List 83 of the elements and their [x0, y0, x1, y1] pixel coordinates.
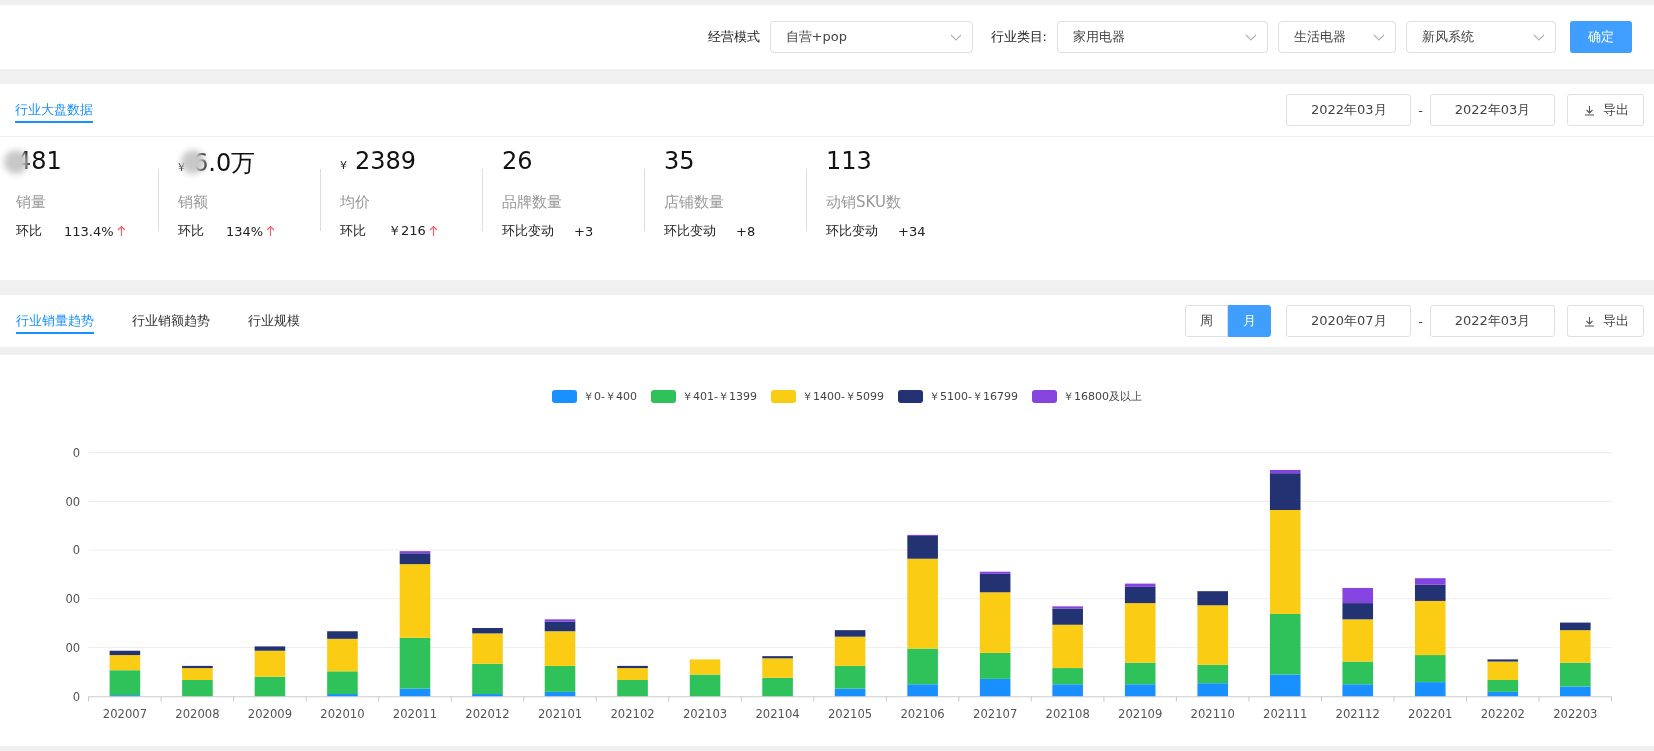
compare-label: 环比: [16, 222, 43, 240]
y-axis-label: 0: [72, 445, 81, 460]
select-field[interactable]: 自营+pop: [769, 21, 973, 53]
legend-label: ￥5100-￥16799: [928, 388, 1018, 404]
compare-label: 环比变动: [502, 222, 555, 240]
compare-value: 113.4%: [64, 223, 114, 239]
stat-label: 均价: [340, 193, 371, 212]
bar-segment: [254, 676, 286, 697]
x-axis-label: 202109: [1118, 706, 1163, 721]
export-button[interactable]: 导出: [1567, 305, 1644, 337]
legend-label: ￥401-￥1399: [682, 388, 757, 404]
select-field[interactable]: 新风系统: [1406, 21, 1556, 53]
x-axis-label: 202101: [537, 706, 583, 721]
bar-segment: [1197, 683, 1228, 697]
compare-value: +8: [736, 223, 756, 239]
x-axis-label: 202104: [755, 706, 800, 721]
x-axis-label: 202108: [1045, 706, 1090, 721]
legend-label: ￥1400-￥5099: [802, 388, 884, 404]
stat-value: 35: [664, 147, 695, 175]
y-axis-label: 00: [65, 640, 81, 655]
x-axis-label: 202107: [973, 706, 1018, 721]
compare-value: +3: [574, 223, 594, 239]
legend-label: ￥16800及以上: [1062, 388, 1142, 404]
chevron-down-icon: [1533, 33, 1545, 41]
period-button[interactable]: 周: [1185, 305, 1229, 337]
x-axis-label: 202102: [610, 706, 655, 721]
y-axis-label: 0: [72, 689, 81, 704]
x-axis-label: 202110: [1190, 706, 1235, 721]
x-axis-label: 202111: [1263, 706, 1308, 721]
stat-label: 动销SKU数: [826, 193, 902, 212]
x-axis-label: 202103: [682, 706, 728, 721]
date-separator: -: [1418, 102, 1423, 118]
select-field[interactable]: 家用电器: [1057, 21, 1268, 53]
compare-label: 环比: [178, 222, 205, 240]
x-axis-label: 202007: [102, 706, 148, 721]
date-field[interactable]: 2022年03月: [1430, 94, 1555, 126]
compare-label: 环比变动: [826, 222, 879, 240]
chevron-down-icon: [949, 33, 962, 41]
tab[interactable]: 行业销额趋势: [132, 308, 210, 334]
stat-value: 26: [502, 147, 533, 175]
compare-value: +34: [898, 223, 926, 239]
x-axis-label: 202010: [320, 706, 365, 721]
stat-label: 销量: [16, 193, 47, 212]
stat-value: 113: [826, 147, 872, 175]
x-axis-label: 202105: [827, 706, 873, 721]
select-field[interactable]: 生活电器: [1278, 21, 1396, 53]
currency-sign: ¥: [178, 161, 185, 174]
date-field[interactable]: 2022年03月: [1430, 305, 1555, 337]
x-axis-label: 202106: [900, 706, 945, 721]
filter-label: 经营模式: [707, 28, 760, 46]
legend-label: ￥0-￥400: [583, 388, 638, 404]
filter-label: 行业类目:: [990, 28, 1047, 46]
stat-label: 店铺数量: [664, 193, 725, 212]
x-axis-label: 202009: [247, 706, 293, 721]
download-icon: [1584, 315, 1595, 327]
x-axis-label: 202012: [465, 706, 510, 721]
date-separator: -: [1418, 313, 1423, 329]
bar-segment: [1052, 684, 1083, 697]
tab[interactable]: 行业规模: [248, 308, 300, 334]
chevron-down-icon: [1245, 33, 1257, 41]
stat-label: 品牌数量: [502, 193, 563, 212]
stat-label: 销额: [178, 193, 209, 212]
y-axis-label: 0: [72, 543, 81, 558]
compare-value: ￥216: [388, 222, 426, 240]
x-axis-label: 202201: [1408, 706, 1453, 721]
bar-segment: [1342, 587, 1374, 604]
date-field[interactable]: 2020年07月: [1286, 305, 1412, 337]
export-button[interactable]: 导出: [1567, 94, 1644, 126]
y-axis-label: 00: [65, 494, 81, 509]
y-axis-label: 00: [65, 591, 81, 607]
download-icon: [1584, 104, 1595, 116]
compare-label: 环比变动: [664, 222, 717, 240]
x-axis-label: 202203: [1553, 706, 1598, 721]
x-axis-label: 202011: [392, 706, 438, 721]
x-axis-label: 202202: [1480, 706, 1525, 721]
currency-sign: ¥: [340, 159, 347, 172]
x-axis-label: 202112: [1335, 706, 1380, 721]
date-field[interactable]: 2022年03月: [1286, 94, 1412, 126]
stat-value: 2389: [355, 147, 417, 175]
x-axis-label: 202008: [175, 706, 220, 721]
compare-value: 134%: [226, 223, 264, 239]
chevron-down-icon: [1373, 33, 1385, 41]
compare-label: 环比: [340, 222, 367, 240]
